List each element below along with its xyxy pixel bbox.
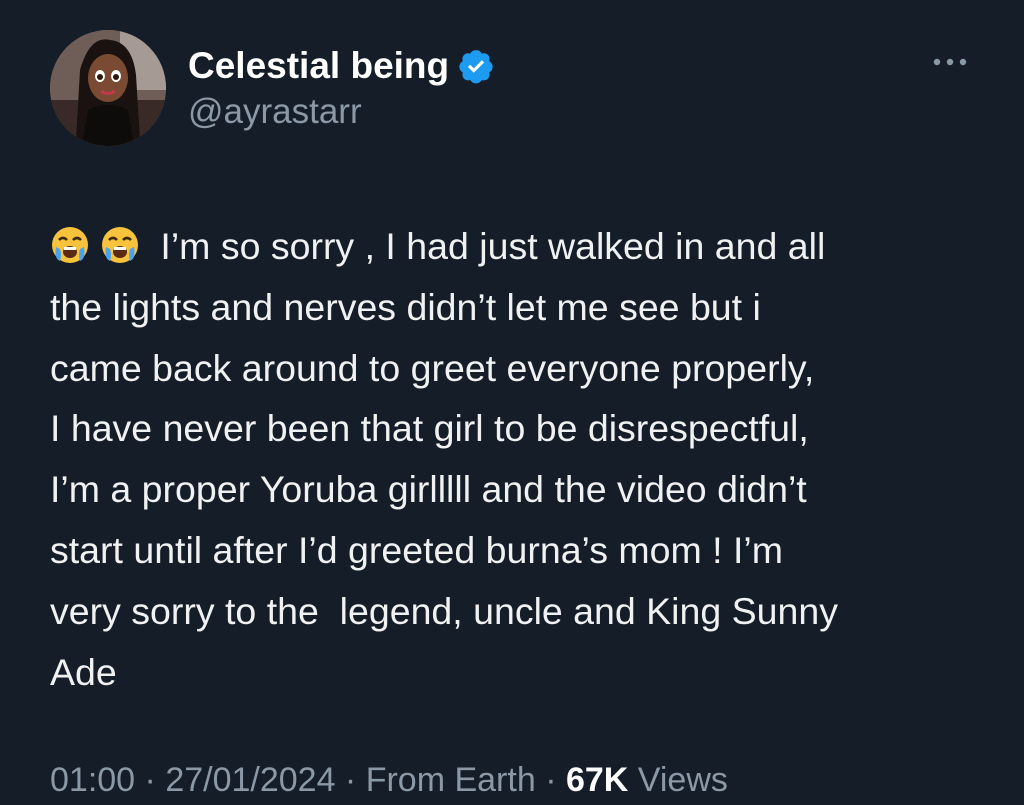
separator: · [535, 761, 566, 799]
tweet-line: came back around to greet everyone prope… [50, 346, 815, 389]
handle[interactable]: @ayrastarr [188, 90, 495, 134]
views-label: Views [628, 761, 728, 799]
loudly-crying-face-emoji [100, 222, 150, 263]
tweet-card: Celestial being @ayrastarr I’m so sorry … [0, 0, 1024, 805]
views-count[interactable]: 67K [566, 761, 628, 799]
tweet-line: I have never been that girl to be disres… [50, 407, 809, 450]
avatar[interactable] [50, 30, 166, 146]
tweet-line: Ade [50, 650, 117, 693]
tweet-date[interactable]: 27/01/2024 [165, 761, 335, 799]
tweet-line: very sorry to the legend, uncle and King… [50, 589, 838, 632]
tweet-line: I’m so sorry , I had just walked in and … [150, 225, 826, 267]
more-options-icon[interactable] [930, 52, 970, 72]
author-names: Celestial being @ayrastarr [188, 44, 495, 134]
display-name[interactable]: Celestial being [188, 44, 449, 88]
tweet-header: Celestial being @ayrastarr [50, 30, 495, 146]
display-name-row: Celestial being [188, 44, 495, 88]
tweet-time[interactable]: 01:00 [50, 761, 135, 799]
tweet-source: From Earth [365, 761, 536, 799]
separator: · [335, 761, 366, 799]
tweet-line: start until after I’d greeted burna’s mo… [50, 528, 783, 571]
tweet-text: I’m so sorry , I had just walked in and … [50, 216, 985, 702]
verified-badge-icon [457, 47, 495, 85]
loudly-crying-face-emoji [50, 222, 100, 263]
tweet-line: the lights and nerves didn’t let me see … [50, 285, 761, 328]
separator: · [135, 761, 166, 799]
tweet-metadata: 01:00 · 27/01/2024 · From Earth · 67K Vi… [50, 758, 728, 802]
tweet-line: I’m a proper Yoruba girlllll and the vid… [50, 468, 807, 511]
